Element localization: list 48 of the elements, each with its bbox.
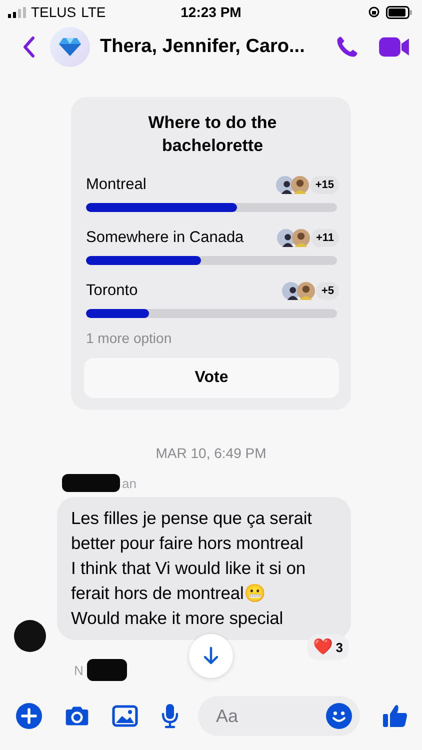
redaction-mark	[87, 659, 128, 681]
message-text: Would make it more special	[71, 607, 284, 630]
voter-avatar	[291, 176, 310, 194]
chat-title[interactable]: Thera, Jennifer, Caro...	[100, 36, 324, 58]
carrier-label: TELUS	[31, 4, 76, 20]
poll-option-label[interactable]: Montreal	[86, 176, 146, 194]
timestamp: MAR 10, 6:49 PM	[156, 445, 266, 461]
voter-avatar	[282, 282, 300, 300]
message-input[interactable]: Aa	[214, 704, 326, 728]
message-text: Les filles je pense que ça serait	[71, 507, 313, 530]
poll-option-label[interactable]: Toronto	[86, 282, 138, 300]
microphone-icon[interactable]	[160, 703, 180, 729]
voter-avatar	[276, 176, 294, 194]
redaction-mark	[62, 474, 120, 492]
vote-count: +11	[310, 229, 339, 247]
video-camera-icon[interactable]	[378, 35, 410, 59]
rotation-lock-icon	[368, 6, 380, 18]
signal-icon	[8, 6, 26, 18]
plus-icon[interactable]	[16, 703, 42, 729]
poll-option-label[interactable]: Somewhere in Canada	[86, 229, 244, 247]
emoji-icon[interactable]	[326, 703, 352, 729]
poll-title: Where to do the bachelorette	[147, 112, 278, 157]
diamond-icon	[58, 37, 82, 57]
message-field[interactable]: Aa	[198, 696, 360, 736]
scroll-down-button[interactable]	[189, 634, 233, 678]
vote-button[interactable]: Vote	[84, 358, 339, 398]
thumbs-up-icon[interactable]	[382, 703, 408, 729]
message-text: better pour faire hors montreal	[71, 532, 304, 555]
arrow-down-icon	[201, 646, 221, 666]
reaction-count: 3	[336, 640, 343, 654]
heart-emoji: ❤	[312, 638, 333, 657]
voter-avatar	[297, 282, 316, 300]
battery-icon	[386, 6, 412, 18]
sender-avatar	[14, 620, 46, 652]
back-icon[interactable]	[22, 35, 36, 59]
message-text: ferait hors de montreal😬	[71, 582, 267, 605]
vote-count: +15	[310, 176, 339, 194]
voter-avatar	[292, 229, 310, 247]
reaction-badge[interactable]: ❤ 3	[306, 634, 349, 660]
group-avatar[interactable]	[50, 27, 90, 67]
message-text: I think that Vi would like it si on	[71, 557, 306, 580]
network-label: LTE	[81, 4, 106, 20]
vote-count: +5	[316, 282, 339, 300]
clock-time: 12:23 PM	[180, 4, 242, 20]
voter-avatar	[276, 229, 295, 247]
sender-name: an	[122, 476, 136, 490]
image-icon[interactable]	[112, 703, 138, 729]
sender-name: N	[74, 662, 84, 678]
